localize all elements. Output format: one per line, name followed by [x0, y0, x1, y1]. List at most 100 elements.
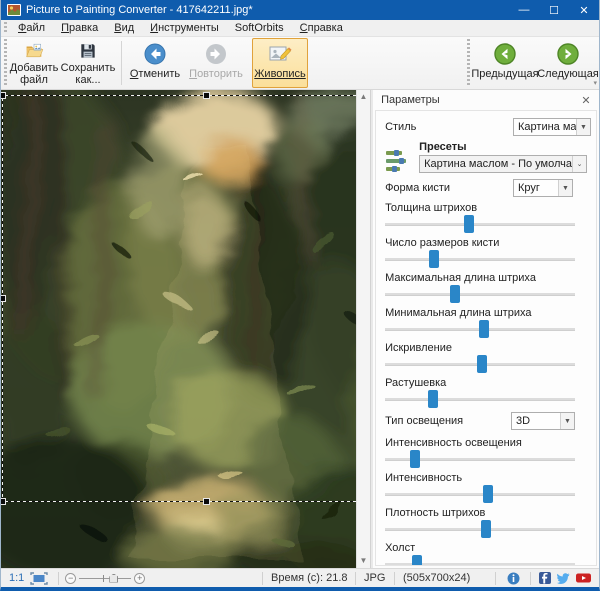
slider-thumb[interactable] — [412, 555, 423, 565]
zoom-in-icon[interactable]: + — [134, 572, 146, 584]
youtube-icon[interactable] — [576, 572, 591, 584]
style-label: Стиль — [385, 121, 417, 133]
slider-thumb[interactable] — [427, 390, 438, 408]
brush-shape-dropdown[interactable]: Круг ▼ — [513, 179, 573, 197]
presets-dropdown[interactable]: Картина маслом - По умолча ⌄ — [419, 155, 587, 173]
image-canvas[interactable] — [1, 90, 356, 568]
painting-image — [1, 90, 356, 568]
file-format: JPG — [364, 572, 386, 584]
zoom-slider-track[interactable] — [79, 573, 132, 584]
slider-thumb[interactable] — [450, 285, 461, 303]
slider-thumb[interactable] — [476, 355, 487, 373]
selection-handle-top-center[interactable] — [203, 92, 210, 99]
scroll-down-icon[interactable]: ▼ — [360, 556, 368, 566]
previous-icon — [494, 43, 516, 65]
intensity-slider[interactable] — [385, 485, 575, 503]
next-label: Следующая — [537, 68, 599, 80]
add-file-button[interactable]: Добавить файл — [10, 38, 58, 88]
menubar: Файл Правка Вид Инструменты SoftOrbits С… — [1, 20, 599, 37]
zoom-slider-thumb[interactable] — [109, 573, 119, 583]
presets-label: Пресеты — [419, 141, 467, 153]
next-button[interactable]: Следующая — [537, 38, 599, 88]
image-scrollbar[interactable]: ▲ ▼ — [355, 90, 371, 568]
chevron-down-icon: ⌄ — [572, 156, 586, 172]
menu-file[interactable]: Файл — [10, 21, 53, 35]
close-button[interactable]: ✕ — [569, 0, 599, 20]
slider-thumb[interactable] — [410, 450, 421, 468]
slider-label: Плотность штрихов — [385, 507, 486, 519]
slider-row: Плотность штрихов — [385, 507, 591, 538]
slider-row: Число размеров кисти — [385, 237, 591, 268]
panel-title: Параметры — [381, 94, 440, 106]
maximize-button[interactable]: ☐ — [539, 0, 569, 20]
lighting-type-dropdown[interactable]: 3D ▼ — [511, 412, 575, 430]
previous-label: Предыдущая — [471, 68, 539, 80]
lighting-type-value: 3D — [516, 415, 531, 427]
panel-close-icon[interactable]: ✕ — [579, 94, 593, 107]
twitter-icon[interactable] — [557, 572, 570, 584]
canvas-slider[interactable] — [385, 555, 575, 565]
slider-row: Толщина штрихов — [385, 202, 591, 233]
selection-handle-mid-left[interactable] — [1, 295, 6, 302]
toolbar-grip[interactable] — [3, 39, 8, 87]
menu-softorbits[interactable]: SoftOrbits — [227, 21, 292, 35]
undo-button[interactable]: Отменить — [126, 38, 184, 88]
slider-label: Интенсивность освещения — [385, 437, 522, 449]
style-dropdown[interactable]: Картина маслом ▼ — [513, 118, 591, 136]
toolbar-overflow-icon[interactable]: ▾ — [593, 79, 597, 87]
menu-edit[interactable]: Правка — [53, 21, 106, 35]
min-stroke-length-slider[interactable] — [385, 320, 575, 338]
lighting-type-label: Тип освещения — [385, 415, 464, 427]
redo-button[interactable]: Повторить — [186, 38, 246, 88]
brush-sizes-slider[interactable] — [385, 250, 575, 268]
lighting-intensity-slider[interactable] — [385, 450, 575, 468]
titlebar: Picture to Painting Converter - 41764221… — [1, 0, 599, 20]
slider-label: Максимальная длина штриха — [385, 272, 536, 284]
redo-label: Повторить — [189, 68, 243, 80]
slider-row: Максимальная длина штриха — [385, 272, 591, 303]
slider-row: Интенсивность освещения — [385, 437, 591, 468]
selection-handle-top-left[interactable] — [1, 92, 6, 99]
info-icon[interactable] — [507, 572, 520, 585]
minimize-button[interactable]: — — [509, 0, 539, 20]
zoom-out-icon[interactable]: − — [65, 572, 77, 584]
stroke-density-slider[interactable] — [385, 520, 575, 538]
brush-shape-value: Круг — [518, 182, 540, 194]
window-title: Picture to Painting Converter - 41764221… — [26, 4, 253, 16]
slider-thumb[interactable] — [478, 320, 489, 338]
nav-toolbar-grip[interactable] — [466, 39, 471, 87]
menubar-grip[interactable] — [3, 22, 8, 34]
selection-handle-bottom-left[interactable] — [1, 498, 6, 505]
statusbar: 1:1 − + Время (с): 21.8 JPG (505x700x24) — [1, 568, 599, 587]
slider-thumb[interactable] — [482, 485, 493, 503]
fit-screen-icon[interactable] — [30, 571, 48, 585]
selection-handle-bottom-center[interactable] — [203, 498, 210, 505]
paint-icon — [269, 46, 292, 61]
menu-help[interactable]: Справка — [292, 21, 351, 35]
facebook-icon[interactable] — [539, 572, 551, 584]
menu-tools[interactable]: Инструменты — [142, 21, 227, 35]
slider-thumb[interactable] — [463, 215, 474, 233]
zoom-ratio-button[interactable]: 1:1 — [5, 572, 28, 584]
toolbar: Добавить файл Сохранить как... Отменить — [1, 37, 599, 90]
save-as-button[interactable]: Сохранить как... — [59, 38, 117, 88]
processing-time: Время (с): 21.8 — [271, 572, 348, 584]
stroke-thickness-slider[interactable] — [385, 215, 575, 233]
menu-view[interactable]: Вид — [106, 21, 142, 35]
paint-label: Живопись — [254, 68, 306, 80]
presets-value: Картина маслом - По умолча — [424, 158, 572, 170]
slider-label: Число размеров кисти — [385, 237, 500, 249]
slider-thumb[interactable] — [429, 250, 440, 268]
max-stroke-length-slider[interactable] — [385, 285, 575, 303]
scroll-up-icon[interactable]: ▲ — [360, 92, 368, 102]
feathering-slider[interactable] — [385, 390, 575, 408]
slider-thumb[interactable] — [480, 520, 491, 538]
zoom-slider[interactable]: − + — [65, 572, 146, 584]
slider-label: Интенсивность — [385, 472, 463, 484]
chevron-down-icon: ▼ — [576, 119, 590, 135]
paint-button[interactable]: Живопись — [252, 38, 308, 88]
parameters-panel: Параметры ✕ Стиль Картина маслом ▼ — [373, 90, 599, 568]
chevron-down-icon: ▼ — [560, 413, 574, 429]
previous-button[interactable]: Предыдущая — [471, 38, 539, 88]
curvature-slider[interactable] — [385, 355, 575, 373]
